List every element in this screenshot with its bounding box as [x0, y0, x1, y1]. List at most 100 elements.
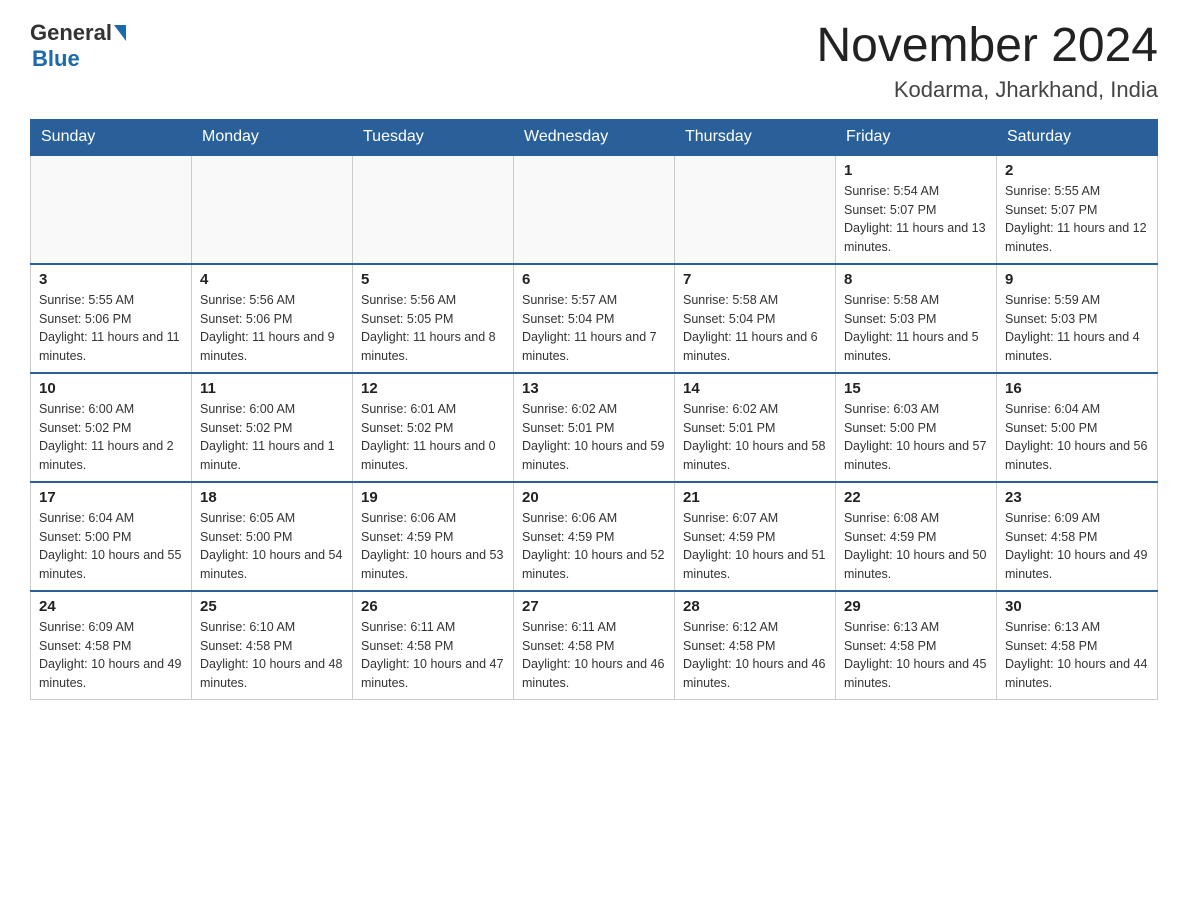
calendar-cell: 30 Sunrise: 6:13 AMSunset: 4:58 PMDayligh… [997, 591, 1158, 700]
day-number: 5 [361, 271, 505, 288]
calendar-cell: 7Sunrise: 5:58 AMSunset: 5:04 PMDaylight… [675, 264, 836, 373]
calendar-day-header: Wednesday [514, 119, 675, 155]
day-info: Sunrise: 6:07 AMSunset: 4:59 PMDaylight:… [683, 509, 827, 584]
day-number: 12 [361, 380, 505, 397]
calendar-table: SundayMondayTuesdayWednesdayThursdayFrid… [30, 119, 1158, 700]
day-number: 15 [844, 380, 988, 397]
day-number: 3 [39, 271, 183, 288]
day-number: 22 [844, 489, 988, 506]
calendar-cell: 24 Sunrise: 6:09 AMSunset: 4:58 PMDayligh… [31, 591, 192, 700]
day-number: 24 [39, 598, 183, 615]
day-number: 9 [1005, 271, 1149, 288]
calendar-cell: 14Sunrise: 6:02 AMSunset: 5:01 PMDayligh… [675, 373, 836, 482]
calendar-day-header: Sunday [31, 119, 192, 155]
calendar-cell: 13 Sunrise: 6:02 AMSunset: 5:01 PMDayligh… [514, 373, 675, 482]
calendar-cell [192, 155, 353, 264]
calendar-cell: 2Sunrise: 5:55 AMSunset: 5:07 PMDaylight… [997, 155, 1158, 264]
day-number: 16 [1005, 380, 1149, 397]
calendar-day-header: Thursday [675, 119, 836, 155]
calendar-cell: 20 Sunrise: 6:06 AMSunset: 4:59 PMDayligh… [514, 482, 675, 591]
week-row: 1 Sunrise: 5:54 AMSunset: 5:07 PMDaylight… [31, 155, 1158, 264]
day-info: Sunrise: 6:05 AMSunset: 5:00 PMDaylight:… [200, 509, 344, 584]
calendar-cell: 16 Sunrise: 6:04 AMSunset: 5:00 PMDayligh… [997, 373, 1158, 482]
calendar-cell: 10Sunrise: 6:00 AMSunset: 5:02 PMDayligh… [31, 373, 192, 482]
day-number: 19 [361, 489, 505, 506]
week-row: 10Sunrise: 6:00 AMSunset: 5:02 PMDayligh… [31, 373, 1158, 482]
day-info: Sunrise: 6:12 AMSunset: 4:58 PMDaylight:… [683, 618, 827, 693]
location-title: Kodarma, Jharkhand, India [816, 77, 1158, 103]
day-number: 4 [200, 271, 344, 288]
day-info: Sunrise: 6:10 AMSunset: 4:58 PMDaylight:… [200, 618, 344, 693]
calendar-cell [514, 155, 675, 264]
day-info: Sunrise: 5:56 AMSunset: 5:06 PMDaylight:… [200, 291, 344, 366]
day-info: Sunrise: 5:54 AMSunset: 5:07 PMDaylight:… [844, 182, 988, 257]
day-number: 20 [522, 489, 666, 506]
day-info: Sunrise: 6:11 AMSunset: 4:58 PMDaylight:… [361, 618, 505, 693]
calendar-cell: 25 Sunrise: 6:10 AMSunset: 4:58 PMDayligh… [192, 591, 353, 700]
logo-arrow-icon [114, 25, 126, 41]
day-info: Sunrise: 6:11 AMSunset: 4:58 PMDaylight:… [522, 618, 666, 693]
day-number: 18 [200, 489, 344, 506]
day-number: 1 [844, 162, 988, 179]
page-header: General Blue November 2024 Kodarma, Jhar… [30, 20, 1158, 103]
calendar-cell: 1 Sunrise: 5:54 AMSunset: 5:07 PMDaylight… [836, 155, 997, 264]
calendar-cell: 8 Sunrise: 5:58 AMSunset: 5:03 PMDaylight… [836, 264, 997, 373]
calendar-day-header: Monday [192, 119, 353, 155]
day-number: 17 [39, 489, 183, 506]
day-number: 23 [1005, 489, 1149, 506]
day-number: 21 [683, 489, 827, 506]
calendar-day-header: Tuesday [353, 119, 514, 155]
title-block: November 2024 Kodarma, Jharkhand, India [816, 20, 1158, 103]
day-info: Sunrise: 6:04 AMSunset: 5:00 PMDaylight:… [1005, 400, 1149, 475]
calendar-cell: 12Sunrise: 6:01 AMSunset: 5:02 PMDayligh… [353, 373, 514, 482]
day-info: Sunrise: 6:13 AMSunset: 4:58 PMDaylight:… [1005, 618, 1149, 693]
day-info: Sunrise: 6:00 AMSunset: 5:02 PMDaylight:… [39, 400, 183, 475]
day-info: Sunrise: 6:02 AMSunset: 5:01 PMDaylight:… [683, 400, 827, 475]
day-number: 26 [361, 598, 505, 615]
calendar-cell: 11Sunrise: 6:00 AMSunset: 5:02 PMDayligh… [192, 373, 353, 482]
day-info: Sunrise: 6:13 AMSunset: 4:58 PMDaylight:… [844, 618, 988, 693]
day-info: Sunrise: 5:58 AMSunset: 5:03 PMDaylight:… [844, 291, 988, 366]
calendar-cell: 6Sunrise: 5:57 AMSunset: 5:04 PMDaylight… [514, 264, 675, 373]
day-info: Sunrise: 6:04 AMSunset: 5:00 PMDaylight:… [39, 509, 183, 584]
calendar-cell: 23 Sunrise: 6:09 AMSunset: 4:58 PMDayligh… [997, 482, 1158, 591]
day-info: Sunrise: 6:06 AMSunset: 4:59 PMDaylight:… [522, 509, 666, 584]
day-number: 27 [522, 598, 666, 615]
day-number: 25 [200, 598, 344, 615]
day-number: 8 [844, 271, 988, 288]
day-info: Sunrise: 5:55 AMSunset: 5:06 PMDaylight:… [39, 291, 183, 366]
calendar-cell: 5Sunrise: 5:56 AMSunset: 5:05 PMDaylight… [353, 264, 514, 373]
calendar-cell: 18 Sunrise: 6:05 AMSunset: 5:00 PMDayligh… [192, 482, 353, 591]
day-info: Sunrise: 6:03 AMSunset: 5:00 PMDaylight:… [844, 400, 988, 475]
logo: General Blue [30, 20, 126, 72]
calendar-cell: 22 Sunrise: 6:08 AMSunset: 4:59 PMDayligh… [836, 482, 997, 591]
day-number: 7 [683, 271, 827, 288]
calendar-cell: 21 Sunrise: 6:07 AMSunset: 4:59 PMDayligh… [675, 482, 836, 591]
week-row: 24 Sunrise: 6:09 AMSunset: 4:58 PMDayligh… [31, 591, 1158, 700]
calendar-header-row: SundayMondayTuesdayWednesdayThursdayFrid… [31, 119, 1158, 155]
day-info: Sunrise: 6:09 AMSunset: 4:58 PMDaylight:… [1005, 509, 1149, 584]
day-info: Sunrise: 5:59 AMSunset: 5:03 PMDaylight:… [1005, 291, 1149, 366]
logo-blue-text: Blue [30, 46, 80, 72]
calendar-cell [353, 155, 514, 264]
calendar-cell: 28Sunrise: 6:12 AMSunset: 4:58 PMDayligh… [675, 591, 836, 700]
day-number: 11 [200, 380, 344, 397]
day-info: Sunrise: 6:02 AMSunset: 5:01 PMDaylight:… [522, 400, 666, 475]
calendar-cell [31, 155, 192, 264]
day-info: Sunrise: 5:57 AMSunset: 5:04 PMDaylight:… [522, 291, 666, 366]
logo-blue: Blue [32, 46, 80, 71]
calendar-cell: 15 Sunrise: 6:03 AMSunset: 5:00 PMDayligh… [836, 373, 997, 482]
week-row: 17 Sunrise: 6:04 AMSunset: 5:00 PMDayligh… [31, 482, 1158, 591]
day-info: Sunrise: 6:08 AMSunset: 4:59 PMDaylight:… [844, 509, 988, 584]
day-info: Sunrise: 6:09 AMSunset: 4:58 PMDaylight:… [39, 618, 183, 693]
day-number: 30 [1005, 598, 1149, 615]
calendar-cell: 19 Sunrise: 6:06 AMSunset: 4:59 PMDayligh… [353, 482, 514, 591]
calendar-cell: 29Sunrise: 6:13 AMSunset: 4:58 PMDayligh… [836, 591, 997, 700]
calendar-day-header: Saturday [997, 119, 1158, 155]
month-title: November 2024 [816, 20, 1158, 73]
day-number: 13 [522, 380, 666, 397]
calendar-cell: 9 Sunrise: 5:59 AMSunset: 5:03 PMDaylight… [997, 264, 1158, 373]
day-info: Sunrise: 6:06 AMSunset: 4:59 PMDaylight:… [361, 509, 505, 584]
logo-text: General [30, 20, 126, 46]
calendar-cell [675, 155, 836, 264]
